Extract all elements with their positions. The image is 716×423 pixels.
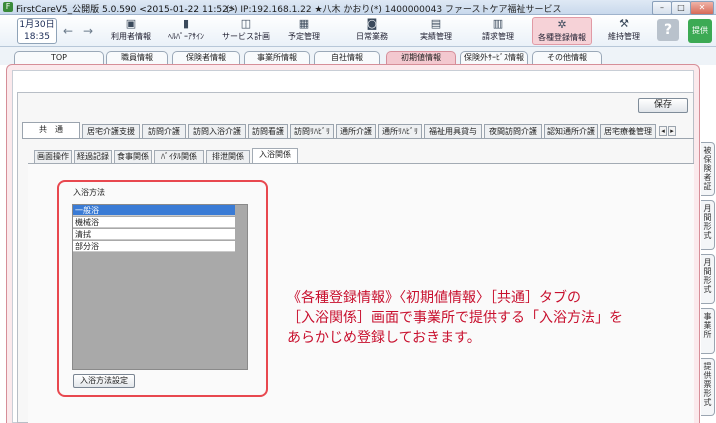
tab-home-care-support[interactable]: 居宅介護支援 [82,124,140,138]
toolbar-results[interactable]: ▤ 実績管理 [412,17,460,45]
toolbar-daily-work[interactable]: ◙ 日常業務 [348,17,396,45]
toolbar-label: 予定管理 [288,32,320,41]
tab-non-insurance-service[interactable]: 保険外ｻｰﾋﾞｽ情報 [460,51,528,64]
tab-day-rehab[interactable]: 通所ﾘﾊﾋﾞﾘ [378,124,422,138]
tab-staff-info[interactable]: 職員情報 [106,51,168,64]
subtab-excretion[interactable]: 排泄関係 [206,150,250,163]
side-tab-monthly-format[interactable]: 月間形式 [701,200,715,250]
toolbar-user-info[interactable]: ▣ 利用者情報 [104,17,158,45]
billing-icon: ▥ [492,17,504,30]
subtab-progress-record[interactable]: 経過記録 [74,150,112,163]
side-tab-label: 事業所 [703,312,712,339]
tab-scroll-right-icon[interactable]: ▸ [668,126,676,136]
subtab-bathing[interactable]: 入浴関係 [252,148,298,163]
toolbar-label: 日常業務 [356,32,388,41]
list-item[interactable]: 一般浴 [73,205,235,216]
window-title: FirstCareV5_公開版 5.0.590 <2015-01-22 11:5… [16,5,236,15]
provide-button[interactable]: 提供 [688,19,712,43]
subtab-meal[interactable]: 食事関係 [114,150,152,163]
toolbar-label: サービス計画 [222,32,270,41]
helper-assign-icon: ▮ [182,17,190,30]
bath-method-settings-button[interactable]: 入浴方法設定 [73,374,135,388]
toolbar-schedule[interactable]: ▦ 予定管理 [280,17,328,45]
toolbar-label: 利用者情報 [111,32,151,41]
time-label: 18:35 [24,32,50,42]
toolbar-label: ﾍﾙﾊﾟｰｱｻｲﾝ [168,32,204,41]
list-item[interactable]: 部分浴 [73,241,235,252]
help-button[interactable]: ? [657,19,679,41]
tab-visit-bathing[interactable]: 訪問入浴介護 [188,124,246,138]
tab-scroll-left-icon[interactable]: ◂ [659,126,667,136]
side-tab-label: 月間形式 [703,204,712,240]
connection-info: (*) IP:192.168.1.22 ★八木 かおり(*) 140000004… [226,5,562,15]
toolbar-registration-info[interactable]: ✲ 各種登録情報 [532,17,592,45]
bath-method-label: 入浴方法 [73,188,105,197]
toolbar-label: 請求管理 [482,32,514,41]
registration-gear-icon: ✲ [557,18,567,31]
tab-dementia-day-care[interactable]: 認知通所介護 [544,124,598,138]
side-tab-label: 提供票形式 [703,362,712,407]
tab-night-visit-care[interactable]: 夜間訪問介護 [484,124,542,138]
service-plan-icon: ◫ [240,17,252,30]
tab-company-info[interactable]: 自社情報 [314,51,380,64]
schedule-icon: ▦ [298,17,310,30]
tab-welfare-equipment[interactable]: 福祉用具貸与 [424,124,482,138]
tab-home-medical-mgmt[interactable]: 居宅療養管理 [600,124,656,138]
side-tab-label: 被保険者証 [703,146,712,191]
toolbar-label: 各種登録情報 [538,33,586,42]
toolbar-label: 維持管理 [608,32,640,41]
toolbar-label: 実績管理 [420,32,452,41]
subtab-screen-operation[interactable]: 画面操作 [34,150,72,163]
side-tab-provision-form[interactable]: 提供票形式 [701,358,715,416]
toolbar-service-plan[interactable]: ◫ サービス計画 [216,17,276,45]
annotation-text: 《各種登録情報》〈初期値情報〉［共通］タブの ［入浴関係］画面で事業所で提供する… [287,288,687,348]
annotation-line: 《各種登録情報》〈初期値情報〉［共通］タブの [287,290,581,306]
maintenance-tool-icon: ⚒ [619,17,629,30]
tab-top[interactable]: TOP [14,51,104,64]
tab-visit-rehab[interactable]: 訪問ﾘﾊﾋﾞﾘ [290,124,334,138]
toolbar-billing[interactable]: ▥ 請求管理 [474,17,522,45]
annotation-line: あらかじめ登録しておきます。 [287,330,481,346]
tab-office-info[interactable]: 事業所情報 [244,51,310,64]
tab-day-care[interactable]: 通所介護 [336,124,376,138]
list-item[interactable]: 清拭 [73,229,235,240]
close-button[interactable]: ✕ [690,1,714,15]
tab-other-info[interactable]: その他情報 [532,51,602,64]
back-arrow-icon[interactable]: ← [63,24,73,38]
annotation-line: ［入浴関係］画面で事業所で提供する「入浴方法」を [287,310,623,326]
app-icon: F [3,2,13,12]
side-tab-monthly-format-2[interactable]: 月間形式 [701,254,715,304]
forward-arrow-icon[interactable]: → [83,24,93,38]
toolbar-maintenance[interactable]: ⚒ 維持管理 [600,17,648,45]
date-label: 1月30日 [19,20,55,30]
user-info-icon: ▣ [125,17,137,30]
subtab-vitals[interactable]: ﾊﾞｲﾀﾙ関係 [154,150,204,163]
tab-initial-values[interactable]: 初期値情報 [386,51,456,64]
results-icon: ▤ [430,17,442,30]
date-display: 1月30日 18:35 [17,18,57,44]
daily-work-icon: ◙ [366,17,378,30]
list-item[interactable]: 機械浴 [73,217,235,228]
tab-insurer-info[interactable]: 保険者情報 [172,51,240,64]
side-tab-insurance-card[interactable]: 被保険者証 [701,142,715,196]
tab-home-visit-care[interactable]: 訪問介護 [142,124,186,138]
tab-visit-nursing[interactable]: 訪問看護 [248,124,288,138]
minimize-button[interactable]: – [652,1,672,15]
maximize-button[interactable]: □ [671,1,691,15]
tab-divider [22,138,694,139]
save-button[interactable]: 保存 [638,98,688,113]
toolbar-helper-assign[interactable]: ▮ ﾍﾙﾊﾟｰｱｻｲﾝ [160,17,212,45]
title-bar: F FirstCareV5_公開版 5.0.590 <2015-01-22 11… [0,0,716,15]
tab-common[interactable]: 共 通 [22,122,80,138]
side-tab-office[interactable]: 事業所 [701,308,715,354]
side-tab-label: 月間形式 [703,258,712,294]
